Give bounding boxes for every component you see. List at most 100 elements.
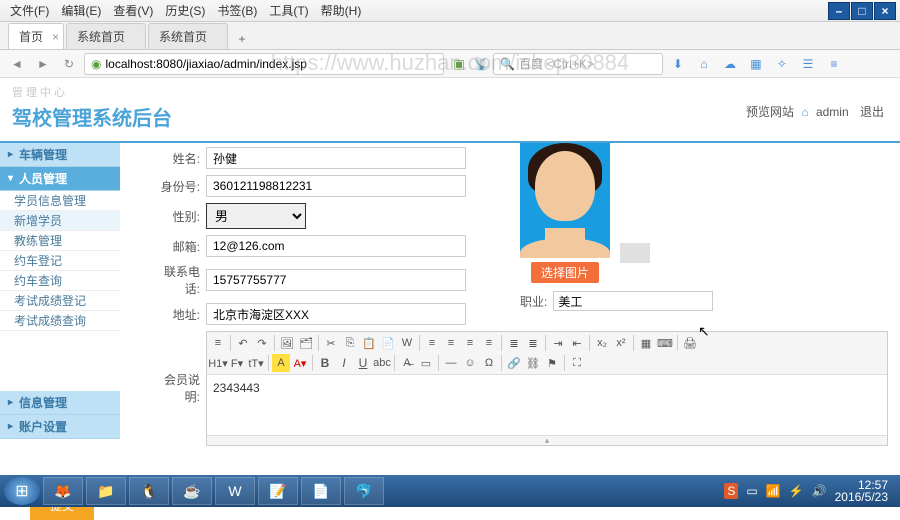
fontsize-icon[interactable]: tT▾ (247, 354, 265, 372)
image-icon[interactable]: 🖼 (278, 334, 296, 352)
tray-volume-icon[interactable]: 🔊 (812, 484, 827, 498)
email-input[interactable] (206, 235, 466, 257)
menu-bookmarks[interactable]: 书签(B) (211, 2, 263, 19)
tray-flag-icon[interactable]: ▭ (746, 484, 757, 498)
multi-image-icon[interactable]: 🗂 (297, 334, 315, 352)
download-icon[interactable]: ⬇ (667, 53, 689, 75)
redo-icon[interactable]: ↷ (253, 334, 271, 352)
paste-word-icon[interactable]: W (398, 334, 416, 352)
strike-icon[interactable]: abc (373, 354, 391, 372)
sidebar-item-add-student[interactable]: 新增学员 (0, 211, 120, 231)
shield-icon[interactable]: ▣ (448, 53, 470, 75)
phone-input[interactable] (206, 269, 466, 291)
new-tab-button[interactable]: + (230, 29, 254, 49)
sidebar-item-exam-register[interactable]: 考试成绩登记 (0, 291, 120, 311)
close-button[interactable]: × (874, 2, 896, 20)
name-input[interactable] (206, 147, 466, 169)
more-icon[interactable]: ≡ (823, 53, 845, 75)
sidebar-item-exam-query[interactable]: 考试成绩查询 (0, 311, 120, 331)
align-center-icon[interactable]: ≡ (442, 334, 460, 352)
task-wordpad[interactable]: 📄 (301, 477, 341, 505)
fontcolor-icon[interactable]: A▾ (291, 354, 309, 372)
task-qq[interactable]: 🐧 (129, 477, 169, 505)
minimize-button[interactable]: – (828, 2, 850, 20)
highlight-icon[interactable]: A (272, 354, 290, 372)
sidebar-group-personnel[interactable]: ▾人员管理 (0, 167, 120, 191)
fontfamily-icon[interactable]: F▾ (228, 354, 246, 372)
sub-icon[interactable]: x₂ (593, 334, 611, 352)
reload-button[interactable]: ↻ (58, 53, 80, 75)
paste-text-icon[interactable]: 📄 (379, 334, 397, 352)
unlink-icon[interactable]: ⛓ (524, 354, 542, 372)
task-ide[interactable]: ☕ (172, 477, 212, 505)
hr-icon[interactable]: — (442, 354, 460, 372)
source-icon[interactable]: ≡ (209, 334, 227, 352)
underline-icon[interactable]: U (354, 354, 372, 372)
url-box[interactable]: ◉ localhost:8080/jiaxiao/admin/index.jsp (84, 53, 444, 75)
editor-body[interactable]: 2343443 (207, 375, 887, 435)
link-icon[interactable]: 🔗 (505, 354, 523, 372)
addr-input[interactable] (206, 303, 466, 325)
gender-select[interactable]: 男 (206, 203, 306, 229)
home-icon[interactable]: ⌂ (693, 53, 715, 75)
cloud-icon[interactable]: ☁ (719, 53, 741, 75)
start-button[interactable]: ⊞ (4, 477, 40, 505)
feed-icon[interactable]: 📡 (474, 57, 489, 71)
emoji-icon[interactable]: ☺ (461, 354, 479, 372)
anchor-icon[interactable]: ⚑ (543, 354, 561, 372)
code-icon[interactable]: ⌨ (656, 334, 674, 352)
sidebar-group-info[interactable]: ▸信息管理 (0, 391, 120, 415)
search-box[interactable]: 🔍 百度 <Ctrl+K> (493, 53, 663, 75)
task-notepad[interactable]: 📝 (258, 477, 298, 505)
menu-view[interactable]: 查看(V) (107, 2, 159, 19)
fullscreen-icon[interactable]: ⛶ (568, 354, 586, 372)
char-icon[interactable]: Ω (480, 354, 498, 372)
menu-file[interactable]: 文件(F) (4, 2, 55, 19)
clock[interactable]: 12:57 2016/5/23 (835, 479, 888, 503)
selectall-icon[interactable]: ▭ (417, 354, 435, 372)
sidebar-item-coach[interactable]: 教练管理 (0, 231, 120, 251)
copy-icon[interactable]: ⎘ (341, 334, 359, 352)
indent-icon[interactable]: ⇥ (549, 334, 567, 352)
list-ol-icon[interactable]: ≣ (505, 334, 523, 352)
sidebar-item-booking-query[interactable]: 约车查询 (0, 271, 120, 291)
sup-icon[interactable]: x² (612, 334, 630, 352)
maximize-button[interactable]: □ (851, 2, 873, 20)
menu-tools[interactable]: 工具(T) (263, 2, 314, 19)
align-justify-icon[interactable]: ≡ (480, 334, 498, 352)
menu-edit[interactable]: 编辑(E) (55, 2, 107, 19)
align-left-icon[interactable]: ≡ (423, 334, 441, 352)
back-button[interactable]: ◄ (6, 53, 28, 75)
align-right-icon[interactable]: ≡ (461, 334, 479, 352)
paste-icon[interactable]: 📋 (360, 334, 378, 352)
task-mysql[interactable]: 🐬 (344, 477, 384, 505)
tray-network-icon[interactable]: 📶 (766, 484, 781, 498)
tab-2[interactable]: 系统首页 (148, 23, 228, 49)
bold-icon[interactable]: B (316, 354, 334, 372)
preview-link[interactable]: 预览网站 (746, 105, 794, 119)
menu-help[interactable]: 帮助(H) (315, 2, 368, 19)
forward-button[interactable]: ► (32, 53, 54, 75)
print-icon[interactable]: 🖨 (681, 334, 699, 352)
table-icon[interactable]: ▦ (637, 334, 655, 352)
list-ul-icon[interactable]: ≣ (524, 334, 542, 352)
user-link[interactable]: admin (816, 105, 849, 119)
task-firefox[interactable]: 🦊 (43, 477, 83, 505)
id-input[interactable] (206, 175, 466, 197)
tray-ime-icon[interactable]: S (724, 483, 738, 499)
heading-icon[interactable]: H1▾ (209, 354, 227, 372)
removeformat-icon[interactable]: A̶ (398, 354, 416, 372)
chat-icon[interactable]: ☰ (797, 53, 819, 75)
menu-history[interactable]: 历史(S) (159, 2, 211, 19)
tray-battery-icon[interactable]: ⚡ (789, 484, 804, 498)
sidebar-group-account[interactable]: ▸账户设置 (0, 415, 120, 439)
job-input[interactable] (553, 291, 713, 311)
sidebar-group-vehicle[interactable]: ▸车辆管理 (0, 143, 120, 167)
choose-photo-button[interactable]: 选择图片 (531, 262, 599, 283)
cut-icon[interactable]: ✂ (322, 334, 340, 352)
undo-icon[interactable]: ↶ (234, 334, 252, 352)
sidebar-item-student-info[interactable]: 学员信息管理 (0, 191, 120, 211)
share-icon[interactable]: ✧ (771, 53, 793, 75)
close-icon[interactable]: × (52, 30, 59, 44)
sidebar-item-booking[interactable]: 约车登记 (0, 251, 120, 271)
